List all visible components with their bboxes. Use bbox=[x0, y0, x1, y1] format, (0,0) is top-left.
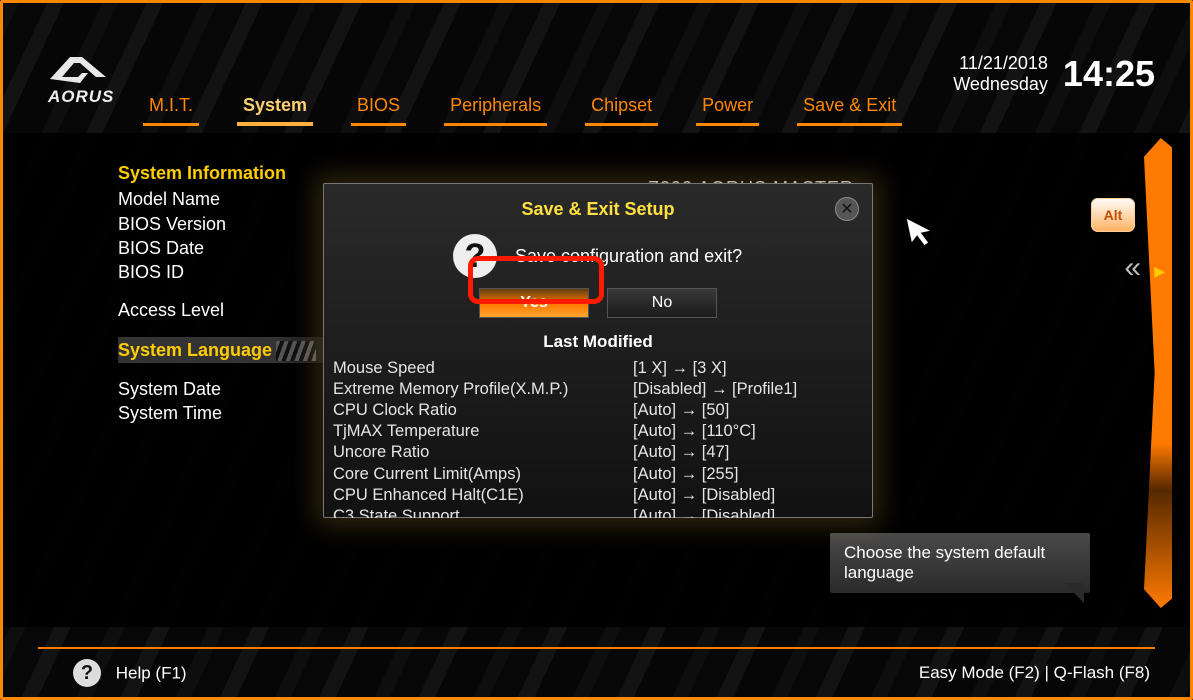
item-system-date[interactable]: System Date bbox=[118, 377, 346, 401]
tab-power[interactable]: Power bbox=[696, 91, 759, 126]
date-text: 11/21/2018 bbox=[953, 53, 1048, 74]
change-key: CPU Enhanced Halt(C1E) bbox=[333, 485, 633, 506]
tab-mit[interactable]: M.I.T. bbox=[143, 91, 199, 126]
side-arrow-icon: ▶ bbox=[1154, 263, 1165, 280]
item-bios-id[interactable]: BIOS ID bbox=[118, 260, 346, 284]
alt-key-indicator[interactable]: Alt bbox=[1091, 198, 1135, 232]
change-value: [Auto] → [47] bbox=[633, 442, 863, 463]
chevron-left-icon: « bbox=[1124, 251, 1135, 284]
change-row: CPU Enhanced Halt(C1E)[Auto] → [Disabled… bbox=[333, 485, 863, 506]
brand-logo: AORUS bbox=[48, 53, 114, 107]
tab-save-exit[interactable]: Save & Exit bbox=[797, 91, 902, 126]
change-value: [Disabled] → [Profile1] bbox=[633, 379, 863, 400]
change-value: [Auto] → [Disabled] bbox=[633, 506, 863, 518]
change-row: Mouse Speed[1 X] → [3 X] bbox=[333, 358, 863, 379]
mouse-cursor-icon bbox=[904, 211, 941, 260]
section-heading: System Information bbox=[118, 161, 346, 185]
item-access-level[interactable]: Access Level bbox=[118, 298, 346, 322]
help-label: Help (F1) bbox=[116, 664, 187, 683]
help-icon: ? bbox=[73, 659, 101, 687]
time-text: 14:25 bbox=[1063, 53, 1155, 95]
collapse-panel-button[interactable]: « bbox=[1124, 251, 1135, 285]
yes-button[interactable]: Yes bbox=[479, 288, 589, 318]
change-value: [Auto] → [50] bbox=[633, 400, 863, 421]
change-key: Mouse Speed bbox=[333, 358, 633, 379]
help-tooltip: Choose the system default language bbox=[830, 533, 1090, 593]
change-key: TjMAX Temperature bbox=[333, 421, 633, 442]
item-bios-version[interactable]: BIOS Version bbox=[118, 212, 346, 236]
side-handle[interactable] bbox=[1144, 138, 1172, 608]
change-row: Extreme Memory Profile(X.M.P.)[Disabled]… bbox=[333, 379, 863, 400]
help-button[interactable]: ? Help (F1) bbox=[73, 659, 187, 687]
question-icon: ? bbox=[453, 234, 497, 278]
save-exit-dialog: Save & Exit Setup ✕ ? Save configuration… bbox=[323, 183, 873, 518]
change-row: TjMAX Temperature[Auto] → [110°C] bbox=[333, 421, 863, 442]
change-value: [1 X] → [3 X] bbox=[633, 358, 863, 379]
item-system-language-label: System Language bbox=[118, 340, 272, 360]
change-value: [Auto] → [Disabled] bbox=[633, 485, 863, 506]
main-tabs: M.I.T. System BIOS Peripherals Chipset P… bbox=[143, 91, 1130, 126]
change-value: [Auto] → [110°C] bbox=[633, 421, 863, 442]
changes-list: Mouse Speed[1 X] → [3 X]Extreme Memory P… bbox=[333, 358, 863, 518]
item-bios-date[interactable]: BIOS Date bbox=[118, 236, 346, 260]
change-key: Uncore Ratio bbox=[333, 442, 633, 463]
no-button[interactable]: No bbox=[607, 288, 717, 318]
change-row: CPU Clock Ratio[Auto] → [50] bbox=[333, 400, 863, 421]
footer-bar: ? Help (F1) Easy Mode (F2) | Q-Flash (F8… bbox=[3, 649, 1190, 697]
item-system-time[interactable]: System Time bbox=[118, 401, 346, 425]
change-row: Core Current Limit(Amps)[Auto] → [255] bbox=[333, 464, 863, 485]
tab-bios[interactable]: BIOS bbox=[351, 91, 406, 126]
change-value: [Auto] → [255] bbox=[633, 464, 863, 485]
change-row: C3 State Support[Auto] → [Disabled] bbox=[333, 506, 863, 518]
settings-list: System Information Model Name BIOS Versi… bbox=[118, 161, 346, 426]
close-icon: ✕ bbox=[840, 199, 853, 219]
datetime: 11/21/2018 Wednesday 14:25 bbox=[953, 53, 1155, 95]
tab-chipset[interactable]: Chipset bbox=[585, 91, 658, 126]
footer-right-hints: Easy Mode (F2) | Q-Flash (F8) bbox=[919, 663, 1150, 683]
change-key: C3 State Support bbox=[333, 506, 633, 518]
dialog-title: Save & Exit Setup bbox=[323, 183, 873, 220]
brand-text: AORUS bbox=[48, 87, 114, 106]
change-key: CPU Clock Ratio bbox=[333, 400, 633, 421]
change-key: Core Current Limit(Amps) bbox=[333, 464, 633, 485]
dialog-subtitle: Last Modified bbox=[323, 332, 873, 352]
item-system-language[interactable]: System Language bbox=[118, 337, 346, 363]
change-key: Extreme Memory Profile(X.M.P.) bbox=[333, 379, 633, 400]
change-row: Uncore Ratio[Auto] → [47] bbox=[333, 442, 863, 463]
dialog-question: Save configuration and exit? bbox=[515, 246, 742, 267]
tab-system[interactable]: System bbox=[237, 91, 313, 126]
item-model-name[interactable]: Model Name bbox=[118, 187, 346, 211]
dialog-close-button[interactable]: ✕ bbox=[835, 197, 859, 221]
tab-peripherals[interactable]: Peripherals bbox=[444, 91, 547, 126]
